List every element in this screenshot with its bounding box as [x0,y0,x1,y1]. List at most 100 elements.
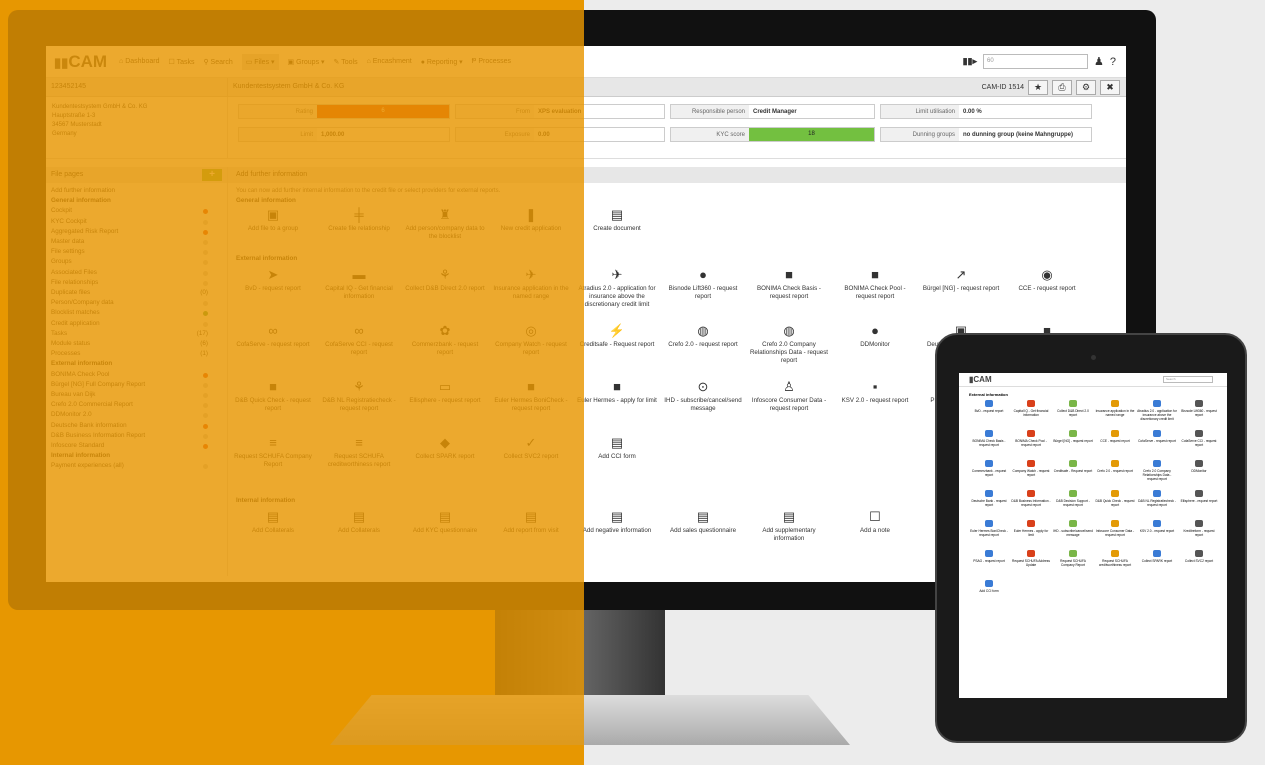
tile-bvd-request-report[interactable]: ➤ BvD - request report [232,268,314,293]
nav-dashboard[interactable]: ⌂ Dashboard [119,58,159,65]
tablet-tile-d-b-quick-check-request-report[interactable]: D&B Quick Check - request report [1095,489,1135,515]
tile-add-sales-questionnaire[interactable]: ▤ Add sales questionnaire [662,510,744,535]
tile-insurance-application-in-the-named-range[interactable]: ✈ Insurance application in the named rang… [490,268,572,301]
tablet-tile-cofaserve-request-report[interactable]: CofaServe - request report [1137,429,1177,455]
sidebar-item-processes[interactable]: Processes (1) [51,349,222,359]
tablet-tile-commerzbank-request-report[interactable]: Commerzbank - request report [969,459,1009,485]
tile-add-collaterals[interactable]: ▤ Add Collaterals [318,510,400,535]
tablet-tile-bonima-check-pool-request-report[interactable]: BONIMA Check Pool - request report [1011,429,1051,455]
nav-groups[interactable]: ▣ Groups ▾ [288,58,325,66]
tablet-tile-insurance-application-in-the-named-range[interactable]: Insurance application in the named range [1095,399,1135,425]
sidebar-item-bonima-check-pool[interactable]: BONIMA Check Pool [51,370,222,380]
tile-d-b-quick-check-request-report[interactable]: ■ D&B Quick Check - request report [232,380,314,413]
tile-add-collaterals[interactable]: ▤ Add Collaterals [232,510,314,535]
tile-bonima-check-pool-request-report[interactable]: ■ BONIMA Check Pool - request report [834,268,916,301]
print-icon[interactable]: ⎙ [1052,79,1072,95]
tablet-tile-ihd-subscribe-cancel-send-message[interactable]: IHD - subscribe/cancel/send message [1053,519,1093,545]
tile-collect-d-b-direct-2-0-report[interactable]: ⚘ Collect D&B Direct 2.0 report [404,268,486,293]
tile-atradius-2-0-application-for-insurance-above-the-discretionary-credit-limit[interactable]: ✈ Atradius 2.0 - application for insuranc… [576,268,658,309]
tablet-tile-ellisphere-request-report[interactable]: Ellisphere - request report [1179,489,1219,515]
nav-tasks[interactable]: ☐ Tasks [168,58,194,66]
tablet-tile-request-schufa-creditworthiness-report[interactable]: Request SCHUFA creditworthiness report [1095,549,1135,575]
tile-request-schufa-company-report[interactable]: ≡ Request SCHUFA Company Report [232,436,314,469]
help-icon[interactable]: ? [1110,56,1116,68]
tile-cofaserve-request-report[interactable]: ∞ CofaServe - request report [232,324,314,349]
tile-add-kyc-questionnaire[interactable]: ▤ Add KYC questionnaire [404,510,486,535]
sidebar-item-infoscore-standard[interactable]: Infoscore Standard [51,441,222,451]
tablet-tile-cce-request-report[interactable]: CCE - request report [1095,429,1135,455]
tile-collect-svc2-report[interactable]: ✓ Collect SVC2 report [490,436,572,461]
sidebar-item-associated-files[interactable]: Associated Files [51,268,222,278]
tile-creditsafe-request-report[interactable]: ⚡ Creditsafe - Request report [576,324,658,349]
tile-d-b-nl-registratiecheck-request-report[interactable]: ⚘ D&B NL Registratiecheck - request repor… [318,380,400,413]
tablet-tile-add-cci-form[interactable]: Add CCI form [969,579,1009,605]
tablet-tile-psag-request-report[interactable]: PSAG - request report [969,549,1009,575]
tablet-tile-collect-spark-report[interactable]: Collect SPARK report [1137,549,1177,575]
tablet-tile-bonima-check-basis-request-report[interactable]: BONIMA Check Basis - request report [969,429,1009,455]
sidebar-item-credit-application[interactable]: Credit application [51,319,222,329]
tile-ksv-2-0-request-report[interactable]: ▪ KSV 2.0 - request report [834,380,916,405]
sidebar-item-tasks[interactable]: Tasks (17) [51,329,222,339]
tile-crefo-2-0-company-relationships-data-request-report[interactable]: ◍ Crefo 2.0 Company Relationships Data - … [748,324,830,365]
sidebar-item-payment-experiences-all[interactable]: Payment experiences (all) [51,461,222,471]
tablet-tile-kreditreform-request-report[interactable]: Kreditreform - request report [1179,519,1219,545]
tablet-tile-d-b-business-information-request-report[interactable]: D&B Business Information - request repor… [1011,489,1051,515]
sidebar-item-file-relationships[interactable]: File relationships [51,278,222,288]
tile-infoscore-consumer-data-request-report[interactable]: ♙ Infoscore Consumer Data - request repor… [748,380,830,413]
tablet-tile-deutsche-bank-request-report[interactable]: Deutsche Bank - request report [969,489,1009,515]
sidebar-item-duplicate-files[interactable]: Duplicate files (0) [51,288,222,298]
nav-search-input[interactable]: 60 [983,54,1088,69]
sidebar-item-b-rgel-ng-full-company-report[interactable]: Bürgel [NG] Full Company Report [51,380,222,390]
tile-add-a-note[interactable]: ☐ Add a note [834,510,916,535]
tile-add-person-company-data-to-the-blocklist[interactable]: ♜ Add person/company data to the blocklis… [404,208,486,241]
sidebar-item-d-b-business-information-report[interactable]: D&B Business Information Report [51,431,222,441]
sidebar-item-deutsche-bank-information[interactable]: Deutsche Bank information [51,421,222,431]
sidebar-item-file-settings[interactable]: File settings [51,247,222,257]
tile-euler-hermes-apply-for-limit[interactable]: ■ Euler Hermes - apply for limit [576,380,658,405]
sidebar-item-kyc-cockpit[interactable]: KYC Cockpit [51,217,222,227]
sidebar-item-blocklist-matches[interactable]: Blocklist matches [51,308,222,318]
sidebar-item-cockpit[interactable]: Cockpit [51,206,222,216]
tile-collect-spark-report[interactable]: ◆ Collect SPARK report [404,436,486,461]
nav-search[interactable]: ⚲ Search [203,58,232,66]
tile-bisnode-lift360-request-report[interactable]: ● Bisnode Lift360 - request report [662,268,744,301]
tablet-tile-request-schufa-address-update[interactable]: Request SCHUFA Address Update [1011,549,1051,575]
user-icon[interactable]: ♟ [1094,55,1104,68]
tablet-tile-d-b-decision-support-request-report[interactable]: D&B Decision Support - request report [1053,489,1093,515]
close-icon[interactable]: ✖ [1100,79,1120,95]
tile-new-credit-application[interactable]: ❚ New credit application [490,208,572,233]
tablet-tile-d-b-nl-registratiecheck-request-report[interactable]: D&B NL Registratiecheck - request report [1137,489,1177,515]
sidebar-item-aggregated-risk-report[interactable]: Aggregated Risk Report [51,227,222,237]
tile-create-document[interactable]: ▤ Create document [576,208,658,233]
tile-bonima-check-basis-request-report[interactable]: ■ BONIMA Check Basis - request report [748,268,830,301]
tablet-tile-bisnode-lift360-request-report[interactable]: Bisnode Lift360 - request report [1179,399,1219,425]
tile-company-watch-request-report[interactable]: ◎ Company Watch - request report [490,324,572,357]
tile-ddmonitor[interactable]: ● DDMonitor [834,324,916,349]
nav-files[interactable]: ▭ Files ▾ [241,53,279,70]
tablet-tile-company-watch-request-report[interactable]: Company Watch - request report [1011,459,1051,485]
tablet-tile-b-rgel-ng-request-report[interactable]: Bürgel [NG] - request report [1053,429,1093,455]
tablet-tile-euler-hermes-bonicheck-request-report[interactable]: Euler Hermes BoniCheck - request report [969,519,1009,545]
tablet-tile-request-schufa-company-report[interactable]: Request SCHUFA Company Report [1053,549,1093,575]
sidebar-item-person-company-data[interactable]: Person/Company data [51,298,222,308]
tile-crefo-2-0-request-report[interactable]: ◍ Crefo 2.0 - request report [662,324,744,349]
tile-ihd-subscribe-cancel-send-message[interactable]: ⊙ IHD - subscribe/cancel/send message [662,380,744,413]
tablet-tile-collect-d-b-direct-2-0-report[interactable]: Collect D&B Direct 2.0 report [1053,399,1093,425]
tile-euler-hermes-bonicheck-request-report[interactable]: ■ Euler Hermes BoniCheck - request report [490,380,572,413]
tile-cofaserve-cci-request-report[interactable]: ∞ CofaServe CCI - request report [318,324,400,357]
add-icon[interactable]: + [202,169,222,181]
nav-tools[interactable]: ✎ Tools [334,58,358,66]
tablet-tile-crefo-2-0-company-relationships-data-request-report[interactable]: Crefo 2.0 Company Relationships Data - r… [1137,459,1177,485]
nav-reporting[interactable]: ● Reporting ▾ [421,58,463,66]
nav-processes[interactable]: Ᵽ Processes [472,58,511,65]
sidebar-item-master-data[interactable]: Master data [51,237,222,247]
sidebar-item-groups[interactable]: Groups [51,257,222,267]
sidebar-item-module-status[interactable]: Module status (6) [51,339,222,349]
tablet-tile-infoscore-consumer-data-request-report[interactable]: Infoscore Consumer Data - request report [1095,519,1135,545]
tablet-tile-ddmonitor[interactable]: DDMonitor [1179,459,1219,485]
tile-add-cci-form[interactable]: ▤ Add CCI form [576,436,658,461]
tablet-tile-collect-svc2-report[interactable]: Collect SVC2 report [1179,549,1219,575]
tile-add-supplementary-information[interactable]: ▤ Add supplementary information [748,510,830,543]
tablet-tile-ksv-2-0-request-report[interactable]: KSV 2.0 - request report [1137,519,1177,545]
tile-ellisphere-request-report[interactable]: ▭ Ellisphere - request report [404,380,486,405]
